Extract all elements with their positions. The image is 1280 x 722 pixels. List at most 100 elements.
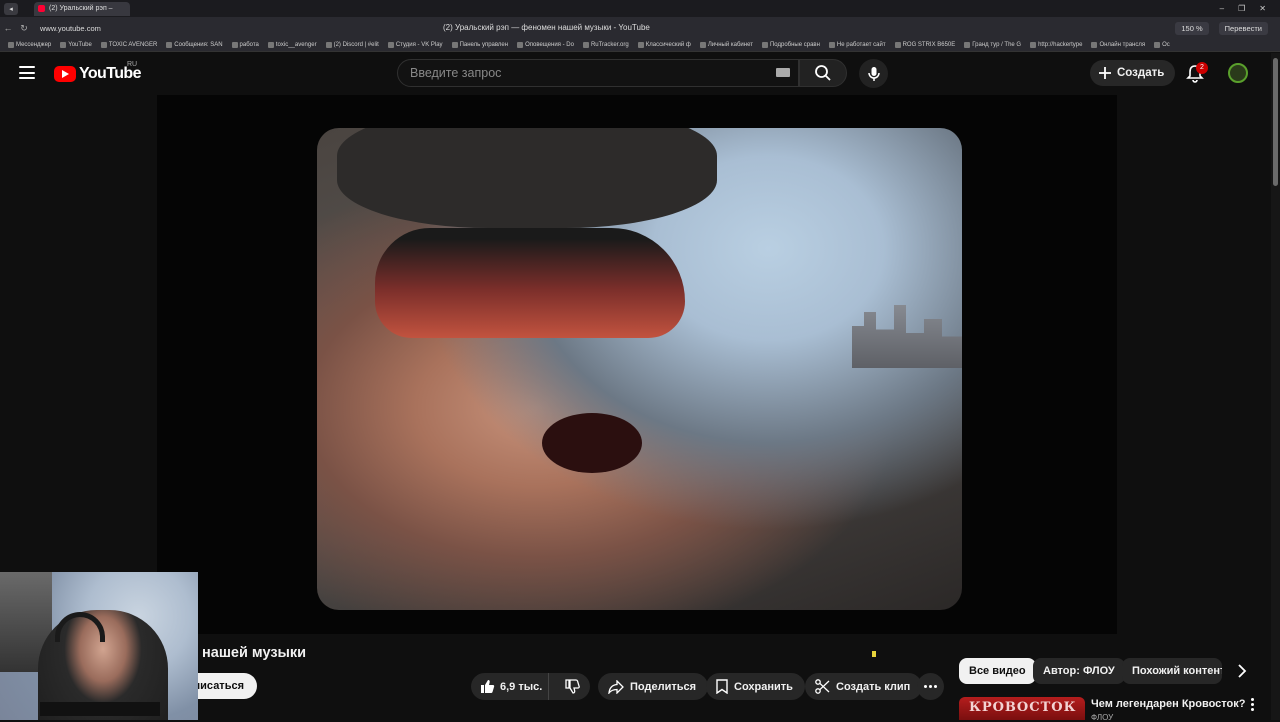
bookmark-label: Гранд тур / The G <box>972 42 1022 48</box>
bookmark-favicon-icon <box>517 42 524 48</box>
youtube-favicon-icon <box>38 5 45 12</box>
bookmark-label: Подробные сравн <box>769 42 820 48</box>
minimize-icon[interactable]: – <box>1220 4 1224 13</box>
bookmark-favicon-icon <box>60 42 67 48</box>
bookmarks-bar: Мессенджер YouTube TOXIC AVENGER Сообщения:… <box>0 39 1280 52</box>
bookmark-label: TOXIC AVENGER <box>108 42 158 48</box>
search-button[interactable] <box>799 59 847 87</box>
bookmark-item[interactable]: Подробные сравн <box>761 42 820 48</box>
bookmark-item[interactable]: http://hackertype <box>1030 42 1082 48</box>
bookmark-favicon-icon <box>166 42 173 48</box>
youtube-header: YouTube RU Создать 2 <box>0 53 1280 95</box>
bookmark-item[interactable]: Гранд тур / The G <box>964 42 1021 48</box>
youtube-logo[interactable]: YouTube RU <box>54 61 141 83</box>
bookmark-label: Сообщения: SAN <box>174 42 223 48</box>
bookmark-label: Оповещения - Do <box>525 42 574 48</box>
create-button[interactable]: Создать <box>1090 60 1176 86</box>
video-subject-cap <box>337 128 717 228</box>
bookmark-item[interactable]: Мессенджер <box>8 42 51 48</box>
url-field[interactable]: www.youtube.com <box>40 24 420 33</box>
bookmark-label: RuTracker.org <box>590 42 629 48</box>
bookmark-item[interactable]: toxic__avenger <box>267 42 317 48</box>
video-title: нашей музыки <box>202 645 307 661</box>
video-subject-mouth <box>542 413 642 473</box>
bookmark-favicon-icon <box>267 42 274 48</box>
bookmark-icon <box>716 679 728 694</box>
search-input[interactable] <box>410 66 750 80</box>
like-button[interactable]: 6,9 тыс. <box>471 673 550 700</box>
bookmark-item[interactable]: YouTube <box>60 42 92 48</box>
create-clip-button[interactable]: Создать клип <box>805 673 923 700</box>
bookmark-label: (2) Discord | #elit <box>333 42 379 48</box>
bookmark-favicon-icon <box>761 42 768 48</box>
bookmark-label: Личный кабинет <box>707 42 753 48</box>
bookmark-label: toxic__avenger <box>275 42 317 48</box>
bookmark-favicon-icon <box>582 42 589 48</box>
translate-button[interactable]: Перевести <box>1218 21 1268 35</box>
scrollbar-thumb[interactable] <box>1273 58 1278 186</box>
voice-search-button[interactable] <box>859 59 888 88</box>
recommended-menu-icon[interactable] <box>1251 698 1254 711</box>
close-icon[interactable]: ✕ <box>1259 4 1266 13</box>
share-button[interactable]: Поделиться <box>598 673 709 700</box>
bookmark-label: YouTube <box>68 42 92 48</box>
bookmark-item[interactable]: Онлайн трансля <box>1091 42 1145 48</box>
more-actions-button[interactable] <box>917 673 944 700</box>
tab-title: (2) Уральский рэп – <box>49 5 113 12</box>
chip-author[interactable]: Автор: ФЛОУ <box>1033 658 1125 684</box>
chip-similar[interactable]: Похожий контент <box>1122 658 1222 684</box>
chip-all-videos[interactable]: Все видео <box>959 658 1036 684</box>
share-icon <box>608 679 624 694</box>
recommended-channel[interactable]: ФЛОУ <box>1091 713 1113 722</box>
bookmark-item[interactable]: ROG STRIX B650E <box>894 42 956 48</box>
save-button[interactable]: Сохранить <box>706 673 805 700</box>
video-player[interactable] <box>157 95 1117 634</box>
keyboard-icon[interactable] <box>776 68 790 77</box>
dislike-button[interactable] <box>555 679 590 694</box>
bookmark-item[interactable]: TOXIC AVENGER <box>100 42 158 48</box>
bookmark-favicon-icon <box>325 42 332 48</box>
notification-badge: 2 <box>1196 62 1208 74</box>
share-label: Поделиться <box>630 680 697 693</box>
back-icon[interactable]: ← <box>0 23 16 33</box>
region-label: RU <box>127 61 138 68</box>
bookmark-item[interactable]: Студия - VK Play <box>387 42 443 48</box>
window-title: (2) Уральский рэп — феномен нашей музыки… <box>443 23 650 32</box>
bookmark-item[interactable]: Ос <box>1154 42 1170 48</box>
tab-menu-icon[interactable]: ◂ <box>4 2 18 15</box>
bookmark-label: Студия - VK Play <box>395 42 443 48</box>
video-subject-sunglasses <box>375 228 685 338</box>
restore-icon[interactable]: ❐ <box>1238 4 1245 13</box>
bookmark-favicon-icon <box>637 42 644 48</box>
bookmark-label: http://hackertype <box>1038 42 1083 48</box>
search-icon <box>815 65 831 81</box>
thumbs-down-icon <box>565 679 580 694</box>
bookmark-item[interactable]: Классический ф <box>637 42 691 48</box>
bookmark-label: Не работает сайт <box>836 42 886 48</box>
recommended-title[interactable]: Чем легендарен Кровосток? <box>1091 698 1245 710</box>
plus-icon <box>1099 67 1111 79</box>
mic-icon <box>867 66 880 81</box>
bookmark-favicon-icon <box>8 42 14 48</box>
browser-tab-strip: ◂ (2) Уральский рэп – – ❐ ✕ <box>0 0 1280 17</box>
avatar[interactable] <box>1228 63 1248 83</box>
thumbnail-text: КРОВОСТОК <box>969 700 1077 715</box>
bookmark-item[interactable]: (2) Discord | #elit <box>325 42 379 48</box>
search-box[interactable] <box>397 59 799 87</box>
bookmark-item[interactable]: RuTracker.org <box>582 42 629 48</box>
recommended-thumbnail[interactable]: КРОВОСТОК <box>959 697 1085 720</box>
browser-tab[interactable]: (2) Уральский рэп – <box>34 1 130 16</box>
bookmark-item[interactable]: работа <box>231 42 259 48</box>
bookmark-label: ROG STRIX B650E <box>902 42 956 48</box>
like-dislike-group: 6,9 тыс. <box>471 673 590 700</box>
bookmark-item[interactable]: Личный кабинет <box>699 42 753 48</box>
bookmark-item[interactable]: Оповещения - Do <box>517 42 574 48</box>
reload-icon[interactable]: ↻ <box>16 23 32 34</box>
bookmark-item[interactable]: Сообщения: SAN <box>166 42 223 48</box>
bookmark-item[interactable]: Панель управлен <box>451 42 508 48</box>
zoom-indicator[interactable]: 150 % <box>1175 21 1209 35</box>
bookmark-item[interactable]: Не работает сайт <box>828 42 886 48</box>
chevron-right-icon[interactable] <box>1232 661 1252 681</box>
menu-icon[interactable] <box>19 66 35 79</box>
bookmark-favicon-icon <box>828 42 835 48</box>
